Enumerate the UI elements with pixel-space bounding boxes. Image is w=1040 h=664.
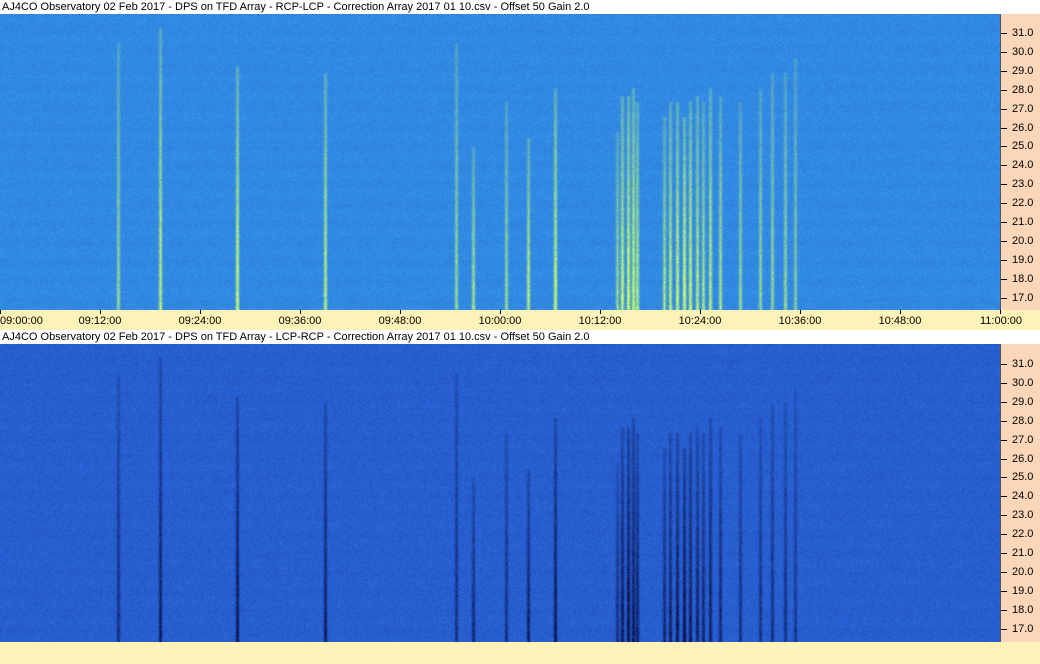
- tick-mark: [1001, 439, 1007, 441]
- spectrogram-panel-top: AJ4CO Observatory 02 Feb 2017 - DPS on T…: [0, 0, 1040, 310]
- tick-mark: [1001, 571, 1007, 573]
- tick-mark: [1001, 184, 1007, 186]
- freq-tick-label: 29.0: [1012, 64, 1034, 77]
- freq-tick-label: 18.0: [1012, 603, 1034, 616]
- panel-title-bottom: AJ4CO Observatory 02 Feb 2017 - DPS on T…: [0, 330, 1040, 344]
- tick-mark: [300, 310, 301, 314]
- time-tick-label: 09:12:00: [78, 315, 122, 327]
- freq-tick-label: 28.0: [1012, 83, 1034, 96]
- freq-tick-label: 30.0: [1012, 45, 1034, 58]
- tick-mark: [1001, 297, 1007, 299]
- freq-tick-label: 27.0: [1012, 433, 1034, 446]
- freq-tick-label: 23.0: [1012, 509, 1034, 522]
- tick-mark: [1001, 364, 1007, 365]
- tick-mark: [200, 310, 201, 314]
- tick-mark: [0, 310, 1, 314]
- tick-mark: [1001, 70, 1007, 72]
- tick-mark: [1001, 203, 1007, 205]
- freq-tick-label: 24.0: [1012, 490, 1034, 503]
- tick-mark: [1001, 609, 1007, 611]
- freq-tick-label: 25.0: [1012, 140, 1034, 153]
- tick-mark: [1000, 310, 1001, 314]
- tick-mark: [1001, 89, 1007, 91]
- tick-mark: [1001, 401, 1007, 403]
- time-axis: 09:00:00 09:12:00 09:24:00 09:36:00 09:48:00…: [0, 310, 1040, 330]
- freq-tick-label: 19.0: [1012, 253, 1034, 266]
- freq-tick-label: 31.0: [1012, 358, 1034, 370]
- tick-mark: [1001, 33, 1007, 34]
- tick-mark: [1001, 515, 1007, 517]
- frequency-axis-bottom: 31.0 30.0 29.0 28.0 27.0 26.0 25.0 24.0 23.0 22.0…: [1000, 344, 1040, 642]
- time-tick-label: 09:24:00: [178, 315, 222, 327]
- tick-mark: [1001, 127, 1007, 129]
- tick-mark: [1001, 458, 1007, 460]
- tick-mark: [1001, 259, 1007, 261]
- freq-tick-label: 22.0: [1012, 197, 1034, 210]
- tick-mark: [1001, 590, 1007, 592]
- panel-title-top: AJ4CO Observatory 02 Feb 2017 - DPS on T…: [0, 0, 1040, 14]
- tick-mark: [1001, 240, 1007, 242]
- time-tick-label: 09:36:00: [278, 315, 322, 327]
- freq-tick-label: 19.0: [1012, 584, 1034, 597]
- spectrogram-panel-bottom: AJ4CO Observatory 02 Feb 2017 - DPS on T…: [0, 330, 1040, 642]
- tick-mark: [100, 310, 101, 314]
- tick-mark: [1001, 146, 1007, 148]
- tick-mark: [1001, 108, 1007, 110]
- freq-tick-label: 17.0: [1012, 291, 1034, 304]
- tick-mark: [1001, 51, 1007, 53]
- spectrogram-bottom: [0, 344, 1000, 642]
- time-tick-label: 09:48:00: [378, 315, 422, 327]
- freq-tick-label: 29.0: [1012, 395, 1034, 408]
- freq-tick-label: 22.0: [1012, 528, 1034, 541]
- time-tick-label: 11:00:00: [979, 315, 1022, 327]
- tick-mark: [1001, 382, 1007, 384]
- tick-mark: [1001, 553, 1007, 554]
- tick-mark: [1001, 534, 1007, 536]
- freq-tick-label: 28.0: [1012, 414, 1034, 427]
- freq-tick-label: 24.0: [1012, 159, 1034, 172]
- tick-mark: [1001, 628, 1007, 630]
- tick-mark: [1001, 278, 1007, 280]
- tick-mark: [1001, 222, 1007, 223]
- freq-tick-label: 26.0: [1012, 121, 1034, 134]
- freq-tick-label: 27.0: [1012, 102, 1034, 115]
- time-tick-label: 10:12:00: [578, 315, 622, 327]
- freq-tick-label: 23.0: [1012, 178, 1034, 191]
- freq-tick-label: 30.0: [1012, 376, 1034, 389]
- tick-mark: [1001, 165, 1007, 167]
- time-tick-label: 10:24:00: [678, 315, 722, 327]
- freq-tick-label: 21.0: [1012, 216, 1034, 228]
- tick-mark: [700, 310, 701, 314]
- time-tick-label: 10:36:00: [778, 315, 822, 327]
- spectrogram-top: [0, 14, 1000, 310]
- bottom-strip: [0, 642, 1040, 664]
- freq-tick-label: 17.0: [1012, 622, 1034, 635]
- tick-mark: [400, 310, 401, 314]
- frequency-axis-top: 31.0 30.0 29.0 28.0 27.0 26.0 25.0 24.0 23.0 22.0…: [1000, 14, 1040, 310]
- tick-mark: [600, 310, 601, 314]
- tick-mark: [500, 310, 501, 314]
- freq-tick-label: 20.0: [1012, 234, 1034, 247]
- freq-tick-label: 25.0: [1012, 471, 1034, 484]
- freq-tick-label: 26.0: [1012, 452, 1034, 465]
- freq-tick-label: 21.0: [1012, 547, 1034, 559]
- time-tick-label: 10:48:00: [878, 315, 922, 327]
- tick-mark: [1001, 477, 1007, 479]
- time-tick-label: 09:00:00: [0, 315, 43, 327]
- tick-mark: [1001, 496, 1007, 498]
- freq-tick-label: 20.0: [1012, 565, 1034, 578]
- freq-tick-label: 18.0: [1012, 272, 1034, 285]
- tick-mark: [900, 310, 901, 314]
- freq-tick-label: 31.0: [1012, 27, 1034, 39]
- tick-mark: [800, 310, 801, 314]
- time-tick-label: 10:00:00: [478, 315, 522, 327]
- tick-mark: [1001, 420, 1007, 422]
